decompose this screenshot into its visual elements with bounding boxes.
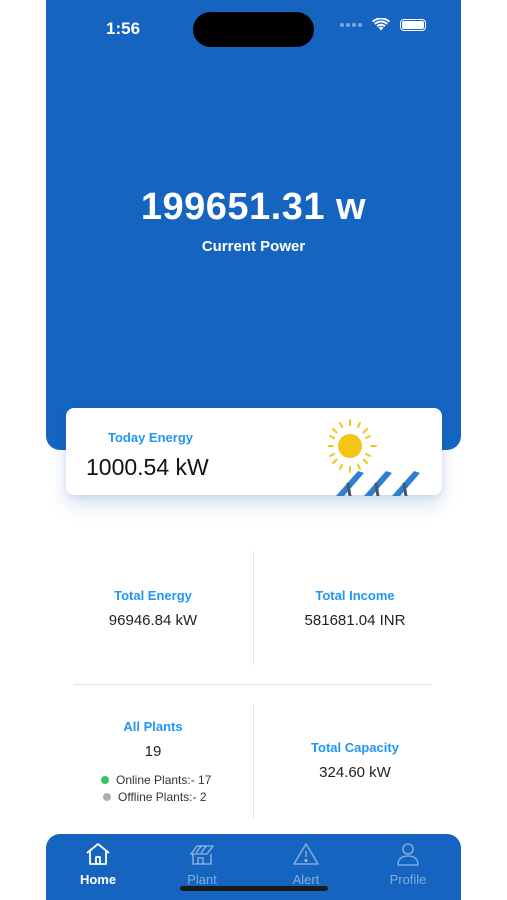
battery-icon <box>400 18 426 31</box>
today-energy-label: Today Energy <box>108 430 194 445</box>
tab-profile-label: Profile <box>389 872 427 887</box>
home-icon <box>86 843 110 865</box>
grid-divider-vertical-bottom <box>253 704 254 818</box>
total-income-value: 581681.04 INR <box>304 612 406 629</box>
tab-plant-label: Plant <box>187 872 217 887</box>
today-energy-value: 1000.54 kW <box>86 454 209 480</box>
tab-profile[interactable]: Profile <box>368 842 448 887</box>
total-energy-value: 96946.84 kW <box>108 612 198 629</box>
current-power-label: Current Power <box>201 238 306 255</box>
profile-icon <box>397 843 419 866</box>
online-plants-row: Online Plants:- 17 <box>101 773 211 787</box>
total-income-label: Total Income <box>315 588 395 603</box>
grid-divider-horizontal <box>74 684 432 685</box>
solar-panel-sun-icon <box>328 419 420 496</box>
online-plants-text: Online Plants:- 17 <box>116 773 212 787</box>
tab-home-label: Home <box>79 872 117 887</box>
plant-icon <box>189 845 215 865</box>
home-indicator[interactable] <box>180 886 328 891</box>
cellular-signal-icon <box>340 22 362 27</box>
status-icons <box>340 18 426 31</box>
tab-alert-label: Alert <box>292 872 320 887</box>
wifi-icon <box>372 18 390 31</box>
alert-icon <box>293 843 319 865</box>
all-plants-value: 19 <box>144 743 162 760</box>
total-energy-label: Total Energy <box>114 588 192 603</box>
current-power-value: 199651.31 w <box>140 186 367 228</box>
total-capacity-value: 324.60 kW <box>319 764 391 781</box>
dynamic-island <box>193 12 314 47</box>
total-capacity-label: Total Capacity <box>311 740 399 755</box>
tab-alert[interactable]: Alert <box>266 842 346 887</box>
today-energy-card[interactable]: Today Energy 1000.54 kW <box>66 408 442 496</box>
offline-plants-text: Offline Plants:- 2 <box>118 790 207 804</box>
tab-plant[interactable]: Plant <box>162 842 242 887</box>
status-time: 1:56 <box>106 19 141 38</box>
offline-status-dot <box>103 793 111 801</box>
all-plants-label: All Plants <box>123 719 183 734</box>
online-status-dot <box>101 776 109 784</box>
grid-divider-vertical-top <box>253 551 254 665</box>
tab-home[interactable]: Home <box>58 842 138 887</box>
offline-plants-row: Offline Plants:- 2 <box>103 790 207 804</box>
